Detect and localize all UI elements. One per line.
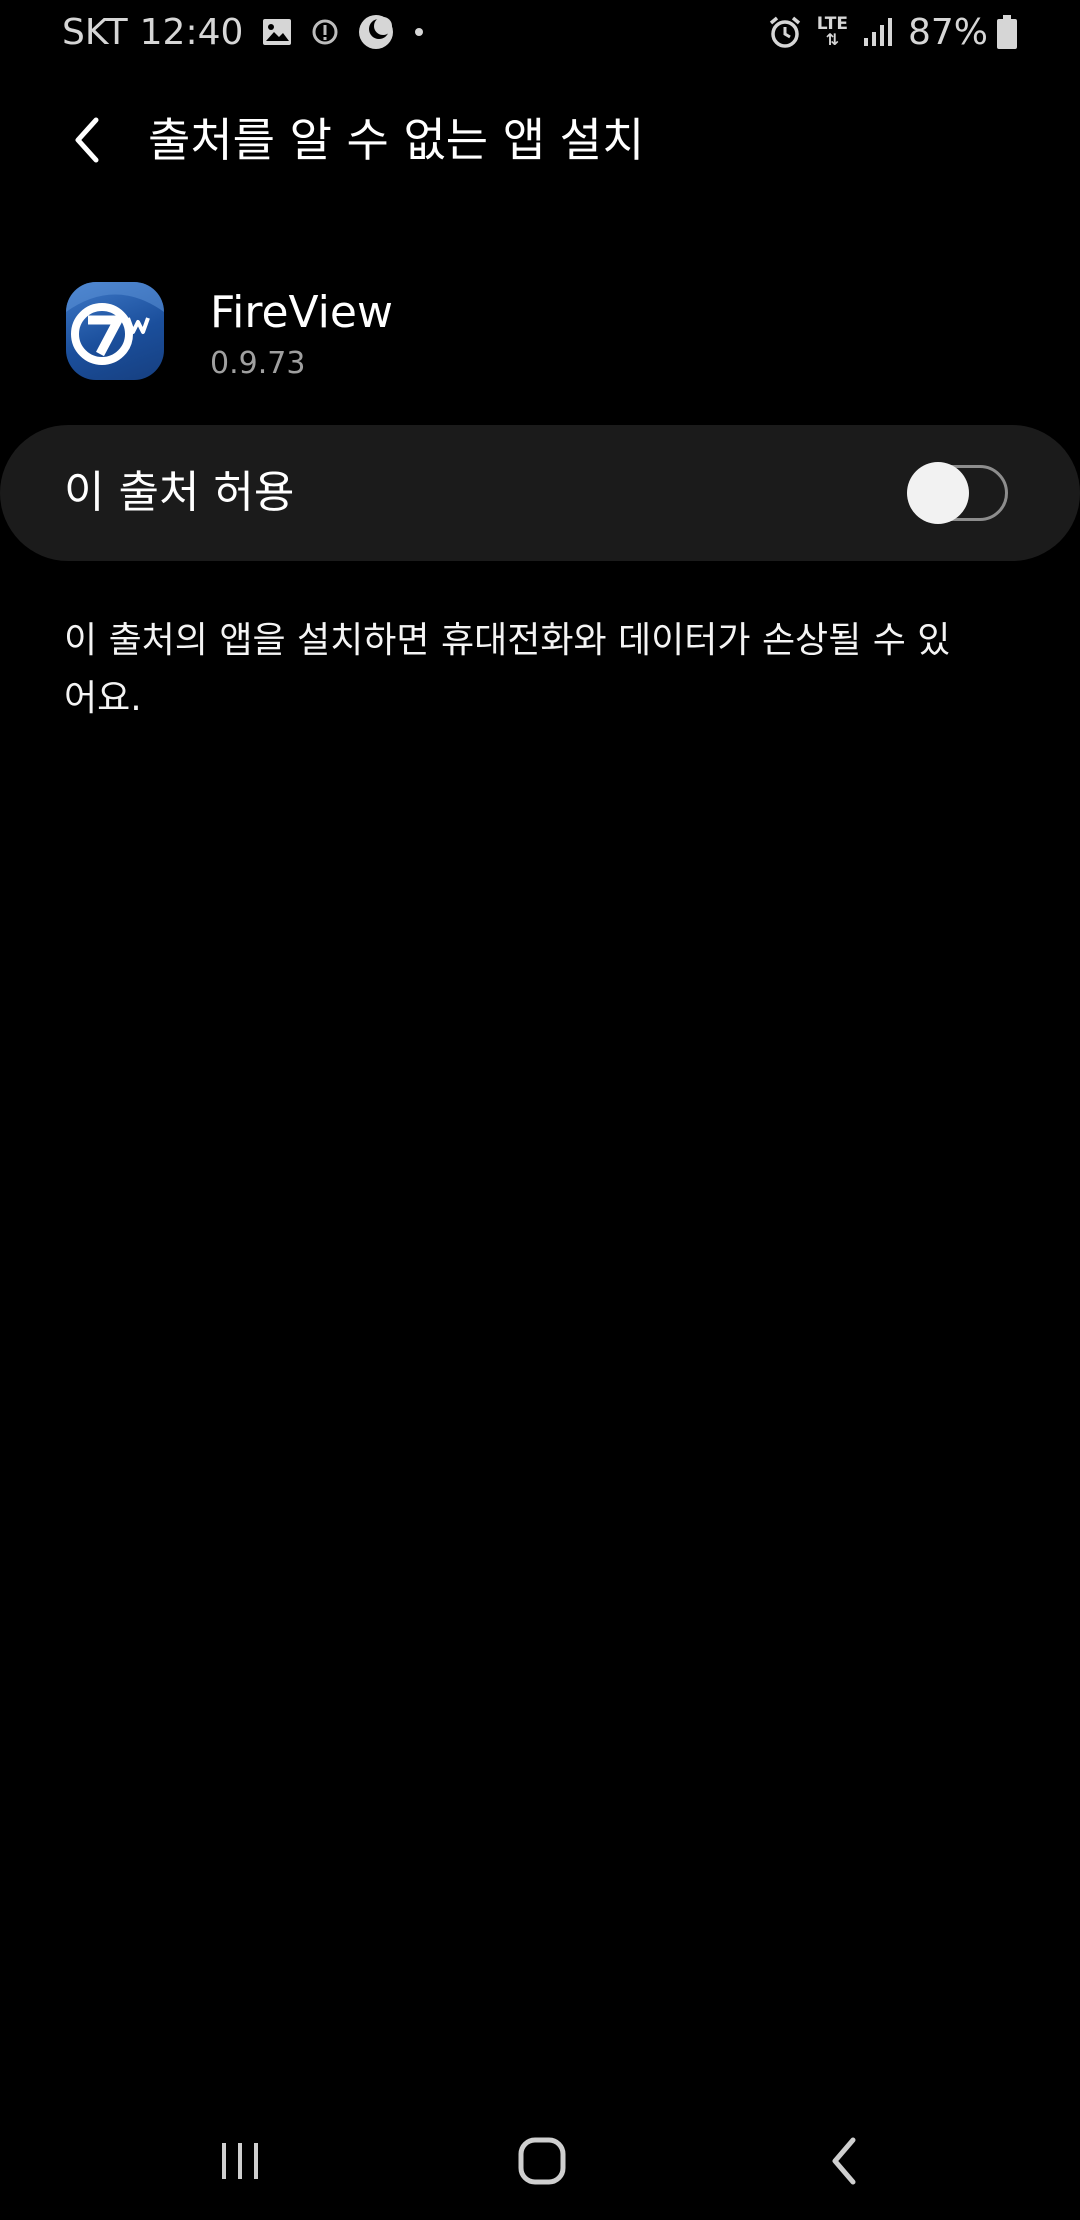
status-bar: SKT 12:40 LTE ⇅ 87% xyxy=(0,0,1080,64)
clock: 12:40 xyxy=(139,11,244,53)
app-version: 0.9.73 xyxy=(210,346,306,381)
status-bar-right: LTE ⇅ 87% xyxy=(767,8,1018,56)
allow-source-label: 이 출처 허용 xyxy=(64,467,295,518)
battery-icon xyxy=(996,14,1018,50)
alarm-icon xyxy=(767,14,803,50)
chevron-left-icon xyxy=(75,117,99,163)
nav-back-button[interactable] xyxy=(784,2126,904,2196)
fireview-app-icon xyxy=(66,282,164,380)
signal-icon xyxy=(862,16,894,48)
warning-text: 이 출처의 앱을 설치하면 휴대전화와 데이터가 손상될 수 있어요. xyxy=(64,620,951,719)
carrier-name: SKT xyxy=(62,11,128,53)
battery-percent: 87% xyxy=(907,11,988,53)
allow-source-toggle[interactable] xyxy=(907,462,1008,524)
home-icon xyxy=(518,2137,566,2185)
dot-icon xyxy=(413,26,425,38)
app-info: FireView 0.9.73 xyxy=(66,282,966,382)
info-circle-icon xyxy=(311,18,339,46)
lte-icon: LTE ⇅ xyxy=(816,14,848,49)
back-button[interactable] xyxy=(52,104,124,176)
toggle-knob xyxy=(907,462,969,524)
recent-apps-button[interactable] xyxy=(180,2126,300,2196)
header: 출처를 알 수 없는 앱 설치 xyxy=(0,100,1080,180)
allow-source-row[interactable]: 이 출처 허용 xyxy=(0,425,1080,561)
image-icon xyxy=(261,16,293,48)
recent-apps-icon xyxy=(222,2143,258,2179)
do-not-disturb-moon-icon xyxy=(357,13,395,51)
home-button[interactable] xyxy=(482,2126,602,2196)
page-title: 출처를 알 수 없는 앱 설치 xyxy=(148,113,645,167)
back-icon xyxy=(832,2137,856,2185)
app-name: FireView xyxy=(210,287,393,338)
navigation-bar xyxy=(0,2100,1080,2220)
status-bar-left: SKT 12:40 xyxy=(62,8,425,56)
